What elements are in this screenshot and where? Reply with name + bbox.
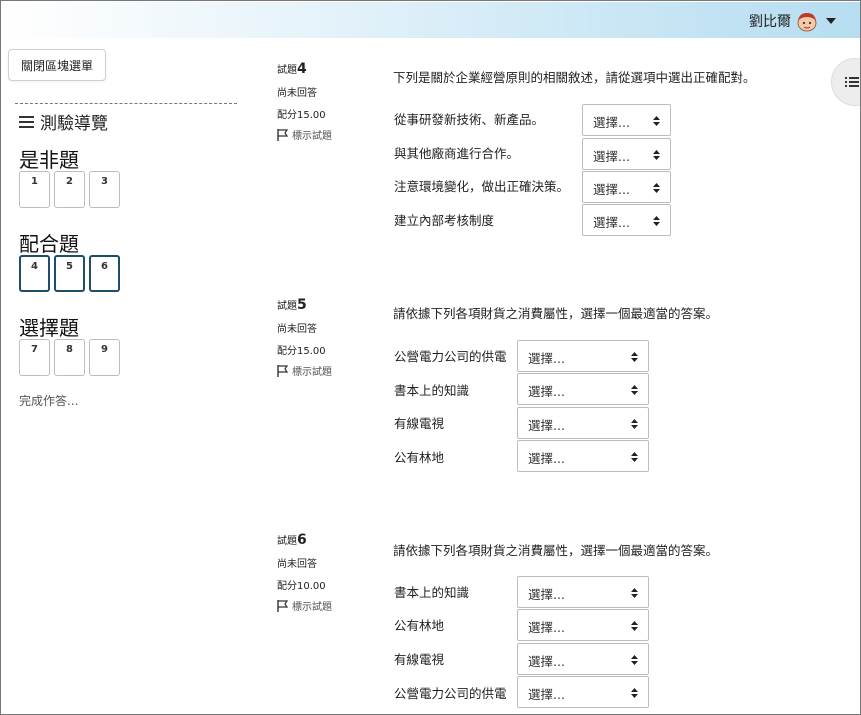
question-state: 尚未回答 — [277, 559, 317, 570]
select-arrows-icon — [631, 385, 638, 395]
question-buttons-true-false: 1 2 3 — [19, 171, 120, 208]
section-title-true-false: 是非題 — [19, 148, 79, 172]
answer-select[interactable]: 選擇... — [582, 104, 671, 136]
answer-select[interactable]: 選擇... — [517, 643, 649, 675]
question-button-5[interactable]: 5 — [54, 255, 85, 292]
question-button-1[interactable]: 1 — [19, 171, 50, 208]
question-number: 試題4 — [277, 61, 307, 77]
question-buttons-multiple-choice: 7 8 9 — [19, 339, 120, 376]
answer-select[interactable]: 選擇... — [517, 676, 649, 708]
question-button-9[interactable]: 9 — [89, 339, 120, 376]
question-number: 試題5 — [277, 297, 307, 313]
question-text-6: 請依據下列各項財貨之消費屬性，選擇一個最適當的答案。 — [393, 543, 719, 558]
quiz-navigation-title: 測驗導覽 — [19, 109, 108, 134]
question-button-6[interactable]: 6 — [89, 255, 120, 292]
question-text-5: 請依據下列各項財貨之消費屬性，選擇一個最適當的答案。 — [393, 306, 719, 321]
top-header: 劉比爾 — [2, 2, 860, 38]
section-title-matching: 配合題 — [19, 232, 79, 256]
flag-icon — [277, 128, 288, 141]
answer-select[interactable]: 選擇... — [517, 340, 649, 372]
matching-stem: 書本上的知識 — [394, 585, 470, 600]
section-title-multiple-choice: 選擇題 — [19, 316, 79, 340]
question-number: 試題6 — [277, 532, 307, 548]
question-buttons-matching: 4 5 6 — [19, 255, 120, 292]
select-arrows-icon — [653, 183, 660, 193]
question-info-5: 試題5 尚未回答 配分15.00 標示試題 — [277, 297, 377, 378]
flag-question-link[interactable]: 標示試題 — [277, 598, 377, 613]
matching-stem: 從事研發新技術、新產品。 — [394, 112, 545, 127]
matching-stem: 建立內部考核制度 — [394, 213, 495, 228]
user-name: 劉比爾 — [749, 14, 791, 30]
question-info-6: 試題6 尚未回答 配分10.00 標示試題 — [277, 532, 377, 613]
caret-down-icon — [826, 18, 836, 24]
answer-select[interactable]: 選擇... — [517, 407, 649, 439]
flag-question-link[interactable]: 標示試題 — [277, 363, 377, 378]
matching-stem: 公有林地 — [394, 618, 445, 633]
divider — [15, 103, 237, 104]
close-block-menu-button[interactable]: 關閉區塊選單 — [8, 49, 106, 81]
nav-title-text: 測驗導覽 — [40, 114, 108, 134]
flag-icon — [277, 364, 288, 377]
answer-select[interactable]: 選擇... — [582, 171, 671, 203]
select-arrows-icon — [653, 150, 660, 160]
drawer-toggle-button[interactable] — [831, 58, 860, 106]
matching-stem: 公有林地 — [394, 450, 445, 465]
matching-stem: 公營電力公司的供電 — [394, 349, 507, 364]
select-arrows-icon — [653, 116, 660, 126]
flag-question-link[interactable]: 標示試題 — [277, 127, 377, 142]
select-arrows-icon — [653, 216, 660, 226]
flag-icon — [277, 599, 288, 612]
answer-select[interactable]: 選擇... — [517, 576, 649, 608]
list-icon — [845, 77, 859, 87]
question-state: 尚未回答 — [277, 324, 317, 335]
select-arrows-icon — [631, 688, 638, 698]
select-arrows-icon — [631, 419, 638, 429]
select-arrows-icon — [631, 655, 638, 665]
question-button-8[interactable]: 8 — [54, 339, 85, 376]
matching-stem: 有線電視 — [394, 652, 445, 667]
question-text-4: 下列是關於企業經營原則的相關敘述，請從選項中選出正確配對。 — [393, 70, 756, 85]
user-menu[interactable]: 劉比爾 — [749, 10, 836, 32]
answer-select[interactable]: 選擇... — [517, 373, 649, 405]
matching-stem: 注意環境變化，做出正確決策。 — [394, 179, 570, 194]
hamburger-icon — [19, 115, 34, 128]
matching-stem: 與其他廠商進行合作。 — [394, 146, 520, 161]
question-grade: 配分15.00 — [277, 110, 326, 121]
question-button-4[interactable]: 4 — [19, 255, 50, 292]
select-arrows-icon — [631, 621, 638, 631]
select-arrows-icon — [631, 588, 638, 598]
select-arrows-icon — [631, 452, 638, 462]
matching-stem: 公營電力公司的供電 — [394, 686, 507, 701]
select-arrows-icon — [631, 352, 638, 362]
question-button-2[interactable]: 2 — [54, 171, 85, 208]
answer-select[interactable]: 選擇... — [582, 138, 671, 170]
matching-stem: 有線電視 — [394, 416, 445, 431]
matching-stem: 書本上的知識 — [394, 383, 470, 398]
question-grade: 配分15.00 — [277, 346, 326, 357]
avatar-icon — [797, 13, 817, 32]
question-info-4: 試題4 尚未回答 配分15.00 標示試題 — [277, 61, 377, 142]
question-button-3[interactable]: 3 — [89, 171, 120, 208]
answer-select[interactable]: 選擇... — [582, 204, 671, 236]
answer-select[interactable]: 選擇... — [517, 440, 649, 472]
question-button-7[interactable]: 7 — [19, 339, 50, 376]
finish-attempt-link[interactable]: 完成作答... — [19, 392, 78, 409]
quiz-page: 劉比爾 關閉區塊選單 測驗導覽 是非題 1 2 3 配合題 4 5 6 選擇題 … — [0, 0, 861, 715]
question-state: 尚未回答 — [277, 88, 317, 99]
question-grade: 配分10.00 — [277, 581, 326, 592]
answer-select[interactable]: 選擇... — [517, 609, 649, 641]
